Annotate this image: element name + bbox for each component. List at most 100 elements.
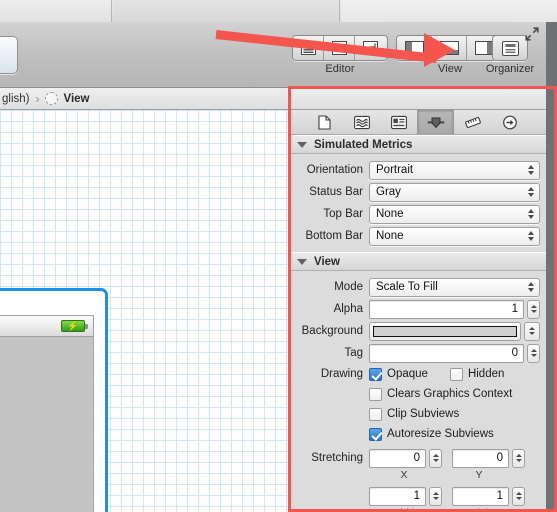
inspector-tab-size[interactable] [454, 110, 491, 134]
stepper-stretching-width[interactable] [429, 486, 442, 506]
inspector-tab-bar [291, 110, 546, 135]
label-tag: Tag [344, 347, 363, 359]
popup-status-bar-value: Gray [376, 186, 401, 198]
toolbar-left-control[interactable] [0, 36, 18, 74]
checkbox-clears-graphics-context[interactable] [369, 387, 382, 401]
stepper-up-icon[interactable] [530, 349, 537, 352]
checkbox-autoresize-subviews[interactable] [369, 427, 382, 441]
checkbox-opaque[interactable] [369, 367, 382, 381]
label-mode: Mode [334, 281, 363, 293]
popup-top-bar[interactable]: None [369, 204, 540, 224]
input-stretching-y[interactable]: 0 [452, 448, 509, 468]
stepper-down-icon[interactable] [530, 310, 537, 313]
color-well-background[interactable] [369, 321, 521, 341]
annotation-arrow-head [424, 33, 455, 67]
stepper-up-icon[interactable] [432, 492, 439, 495]
background-window-b [113, 0, 340, 22]
section-header-simulated-metrics[interactable]: Simulated Metrics [291, 135, 546, 154]
expand-window-button[interactable] [524, 26, 540, 42]
shield-slider-icon [427, 117, 444, 128]
stepper-stretching-y[interactable] [512, 448, 525, 468]
stepper-down-icon[interactable] [529, 332, 535, 335]
row-mode: Mode Scale To Fill [291, 276, 546, 298]
identity-card-icon [390, 115, 407, 129]
inspector-tab-quick-help[interactable] [343, 110, 380, 134]
stepper-down-icon[interactable] [530, 354, 537, 357]
stepper-up-icon[interactable] [529, 327, 535, 330]
breadcrumb[interactable]: glish) › View [0, 88, 546, 110]
stepper-up-icon[interactable] [515, 454, 522, 457]
input-alpha[interactable]: 1 [369, 299, 524, 319]
section-header-view[interactable]: View [291, 252, 546, 271]
popup-arrows-icon [528, 206, 534, 223]
label-top-bar: Top Bar [323, 208, 363, 220]
input-stretching-width[interactable]: 1 [369, 486, 426, 506]
label-opaque: Opaque [387, 368, 428, 380]
desktop-background-strip [0, 0, 557, 22]
inspector-tab-identity[interactable] [380, 110, 417, 134]
row-drawing: Drawing Opaque Hidden [291, 364, 546, 384]
label-autoresize-subviews: Autoresize Subviews [387, 428, 494, 440]
inspector-tab-connections[interactable] [491, 110, 528, 134]
stepper-down-icon[interactable] [515, 459, 522, 462]
stepper-up-icon[interactable] [432, 454, 439, 457]
organizer-button[interactable] [492, 35, 528, 61]
stepper-down-icon[interactable] [515, 497, 522, 500]
input-stretching-width-value: 1 [413, 490, 420, 502]
row-orientation: Orientation Portrait [291, 159, 546, 181]
view-object-icon [45, 92, 59, 105]
popup-mode[interactable]: Scale To Fill [369, 277, 540, 297]
stepper-up-icon[interactable] [515, 492, 522, 495]
checkbox-clip-subviews[interactable] [369, 407, 382, 421]
simulated-status-bar: ⚡ [0, 315, 94, 337]
input-stretching-x[interactable]: 0 [369, 448, 426, 468]
breadcrumb-truncated[interactable]: glish) [2, 93, 29, 105]
disclosure-triangle-icon[interactable] [297, 141, 307, 148]
popup-background-presets[interactable] [524, 321, 540, 341]
background-window-c [341, 0, 557, 22]
breadcrumb-separator: › [35, 91, 40, 106]
organizer-label: Organizer [485, 63, 535, 75]
section-title: View [314, 255, 340, 268]
inspector-tab-attributes[interactable] [417, 110, 454, 134]
inspector-tab-file-inspector[interactable] [306, 110, 343, 134]
interface-builder-canvas[interactable]: ⚡ [0, 110, 290, 512]
background-window-a [0, 0, 112, 22]
simulated-view-body[interactable] [0, 337, 94, 512]
row-background: Background [291, 320, 546, 342]
row-tag: Tag 0 [291, 342, 546, 364]
row-bottom-bar: Bottom Bar None [291, 225, 546, 247]
label-bottom-bar: Bottom Bar [305, 230, 363, 242]
stepper-stretching-height[interactable] [512, 486, 525, 506]
popup-status-bar[interactable]: Gray [369, 182, 540, 202]
label-stretching: Stretching [311, 452, 363, 464]
utilities-inspector-panel: Simulated Metrics Orientation Portrait S… [290, 110, 546, 512]
stepper-up-icon[interactable] [530, 305, 537, 308]
stretching-wh-sublabels: Width Height [291, 507, 546, 512]
disclosure-triangle-icon[interactable] [297, 258, 307, 265]
popup-bottom-bar[interactable]: None [369, 226, 540, 246]
label-clip-subviews: Clip Subviews [387, 408, 460, 420]
popup-arrows-icon [528, 228, 534, 245]
background-color-swatch [373, 325, 517, 337]
sublabel-x: X [400, 469, 408, 481]
stepper-tag[interactable] [527, 343, 540, 363]
stepper-down-icon[interactable] [432, 497, 439, 500]
popup-orientation[interactable]: Portrait [369, 160, 540, 180]
xcode-window: Editor View Organizer glish) › View ⚡ Si… [0, 22, 546, 512]
stepper-down-icon[interactable] [432, 459, 439, 462]
input-tag[interactable]: 0 [369, 343, 524, 363]
breadcrumb-current[interactable]: View [63, 93, 89, 105]
label-hidden: Hidden [467, 368, 505, 380]
row-stretching-xy: Stretching 0 0 [291, 447, 546, 469]
checkbox-hidden[interactable] [449, 367, 463, 381]
battery-charging-icon: ⚡ [61, 320, 88, 332]
stepper-stretching-x[interactable] [429, 448, 442, 468]
popup-orientation-value: Portrait [376, 164, 414, 176]
popup-arrows-icon [528, 162, 534, 179]
stepper-alpha[interactable] [527, 299, 540, 319]
row-stretching-wh: 1 1 [291, 485, 546, 507]
input-stretching-height[interactable]: 1 [452, 486, 509, 506]
popup-top-bar-value: None [376, 208, 404, 220]
